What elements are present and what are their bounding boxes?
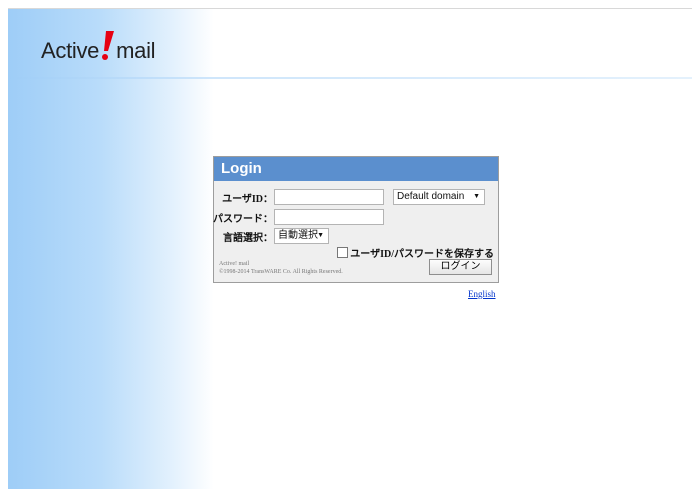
header-divider <box>8 77 692 79</box>
left-gradient-panel <box>8 8 214 489</box>
english-link[interactable]: English <box>468 289 496 299</box>
top-border <box>8 8 692 9</box>
password-input[interactable] <box>274 209 384 225</box>
active-mail-logo: Active mail <box>41 30 156 67</box>
copyright-product: Active! mail <box>219 261 250 267</box>
language-select-value: 自動選択 <box>278 230 318 241</box>
logo-text-left: Active <box>41 38 100 63</box>
logo-text-right: mail <box>116 38 156 63</box>
copyright: Active! mail ©1998-2014 TransWARE Co. Al… <box>219 260 343 276</box>
domain-select-value: Default domain <box>397 191 465 202</box>
password-label: パスワード： <box>213 214 273 225</box>
login-panel: Login ユーザID： Default domain ▼ パスワード： 言語選… <box>213 156 499 283</box>
language-select[interactable]: 自動選択 ▼ <box>274 228 329 244</box>
page: Active mail Login ユーザID： Default domain … <box>8 8 692 489</box>
login-button[interactable]: ログイン <box>429 259 492 275</box>
remember-option[interactable]: ユーザID/パスワードを保存する <box>337 245 494 260</box>
user-id-label: ユーザID： <box>222 194 273 205</box>
login-title: Login <box>214 157 498 181</box>
logo-exclamation-icon <box>101 31 115 67</box>
copyright-notice: ©1998-2014 TransWARE Co. All Rights Rese… <box>219 269 343 275</box>
remember-label: ユーザID/パスワードを保存する <box>350 249 494 260</box>
language-label: 言語選択： <box>223 233 273 244</box>
user-id-input[interactable] <box>274 189 384 205</box>
remember-checkbox[interactable] <box>337 247 349 258</box>
chevron-down-icon: ▼ <box>473 193 480 200</box>
domain-select[interactable]: Default domain ▼ <box>393 189 485 205</box>
chevron-down-icon: ▼ <box>317 232 324 239</box>
